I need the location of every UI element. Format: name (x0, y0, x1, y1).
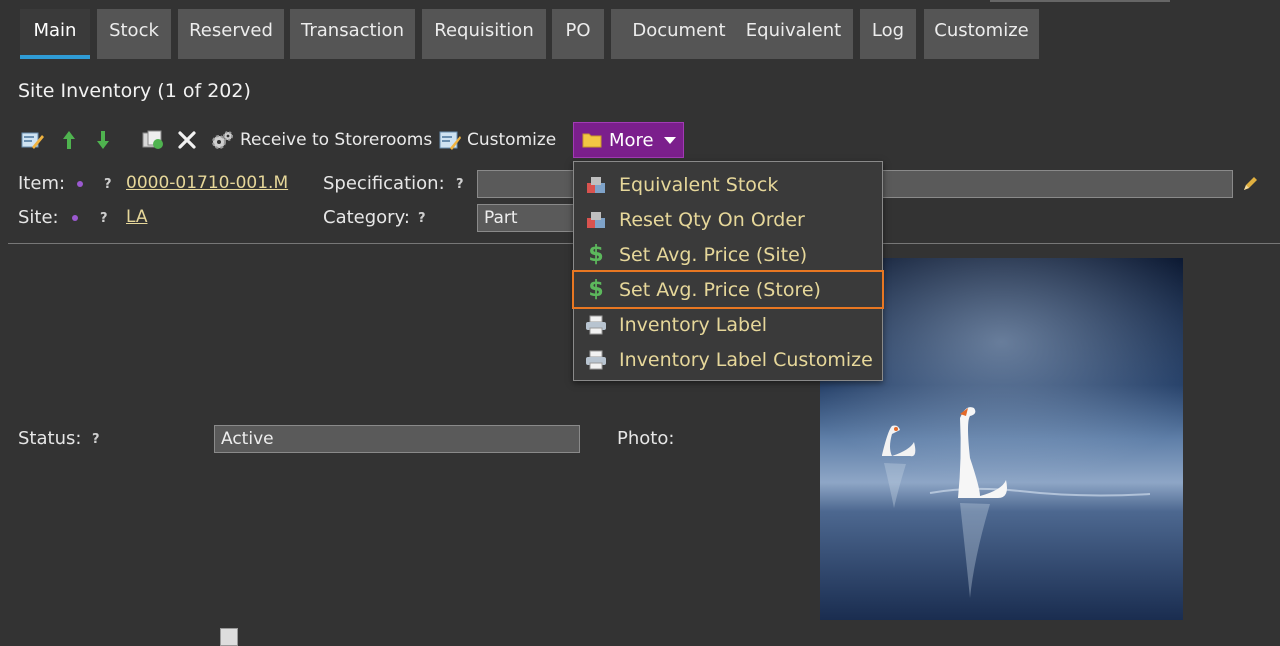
photo-label: Photo: (617, 428, 675, 449)
menu-item-label: Inventory Label (619, 313, 768, 336)
status-label: Status: (18, 428, 82, 449)
item-label: Item: (18, 173, 66, 194)
page-title: Site Inventory (1 of 202) (18, 80, 251, 102)
tab-stock[interactable]: Stock (97, 9, 171, 59)
close-icon (178, 131, 196, 149)
printer-icon (585, 314, 607, 336)
pencil-icon[interactable] (1242, 176, 1258, 192)
tab-reserved[interactable]: Reserved (178, 9, 284, 59)
tab-transaction[interactable]: Transaction (290, 9, 415, 59)
help-icon[interactable]: ? (456, 177, 464, 192)
menu-item-label: Equivalent Stock (619, 173, 779, 196)
menu-item-reset-qty-on-order[interactable]: Reset Qty On Order (574, 202, 882, 237)
tab-document[interactable]: Document (611, 9, 747, 59)
required-dot-icon (77, 181, 83, 187)
more-label: More (609, 129, 654, 151)
next-record-button[interactable] (96, 128, 110, 152)
customize-form-icon (439, 131, 461, 150)
menu-item-equivalent-stock[interactable]: Equivalent Stock (574, 167, 882, 202)
site-link[interactable]: LA (126, 207, 148, 227)
edit-form-icon (21, 132, 44, 149)
previous-record-button[interactable] (62, 128, 76, 152)
more-dropdown-menu: Equivalent Stock Reset Qty On Order $ Se… (572, 161, 884, 381)
serialized-checkbox[interactable] (220, 628, 238, 646)
menu-item-inventory-label[interactable]: Inventory Label (574, 307, 882, 342)
customize-button[interactable]: Customize (439, 128, 556, 152)
folder-icon (582, 133, 602, 148)
menu-item-label: Set Avg. Price (Site) (619, 243, 808, 266)
top-edge-line (990, 0, 1170, 2)
required-dot-icon (72, 215, 78, 221)
tab-log[interactable]: Log (860, 9, 916, 59)
customize-label: Customize (467, 130, 557, 150)
menu-item-set-avg-price-site[interactable]: $ Set Avg. Price (Site) (574, 237, 882, 272)
dollar-icon: $ (588, 242, 604, 267)
category-select[interactable]: Part (477, 204, 577, 232)
boxes-icon (585, 209, 607, 231)
duplicate-icon (142, 130, 163, 149)
receive-to-storerooms-label: Receive to Storerooms (240, 130, 433, 150)
copy-record-button[interactable] (141, 128, 165, 152)
gears-icon (212, 131, 233, 149)
help-icon[interactable]: ? (104, 177, 112, 192)
tab-po[interactable]: PO (552, 9, 604, 59)
dollar-icon: $ (588, 277, 604, 302)
menu-item-label: Inventory Label Customize (619, 348, 873, 371)
tab-equivalent[interactable]: Equivalent (734, 9, 853, 59)
tab-requisition[interactable]: Requisition (422, 9, 546, 59)
category-label: Category: (323, 207, 410, 228)
item-link[interactable]: 0000-01710-001.M (126, 173, 288, 193)
menu-item-label: Reset Qty On Order (619, 208, 805, 231)
help-icon[interactable]: ? (100, 211, 108, 226)
edit-button[interactable] (20, 128, 44, 152)
help-icon[interactable]: ? (418, 211, 426, 226)
chevron-down-icon (663, 136, 676, 144)
arrow-up-icon (63, 131, 75, 149)
site-label: Site: (18, 207, 59, 228)
status-input[interactable]: Active (214, 425, 580, 453)
arrow-down-icon (97, 131, 109, 149)
printer-icon (585, 349, 607, 371)
specification-label: Specification: (323, 173, 445, 194)
tab-main[interactable]: Main (20, 9, 90, 59)
help-icon[interactable]: ? (92, 432, 100, 447)
receive-to-storerooms-button[interactable]: Receive to Storerooms (210, 128, 432, 152)
menu-item-label: Set Avg. Price (Store) (619, 278, 821, 301)
more-dropdown-button[interactable]: More (573, 122, 684, 158)
boxes-icon (585, 174, 607, 196)
menu-item-set-avg-price-store[interactable]: $ Set Avg. Price (Store) (572, 270, 884, 309)
tab-customize[interactable]: Customize (924, 9, 1039, 59)
menu-item-inventory-label-customize[interactable]: Inventory Label Customize (574, 342, 882, 377)
delete-button[interactable] (177, 128, 197, 152)
